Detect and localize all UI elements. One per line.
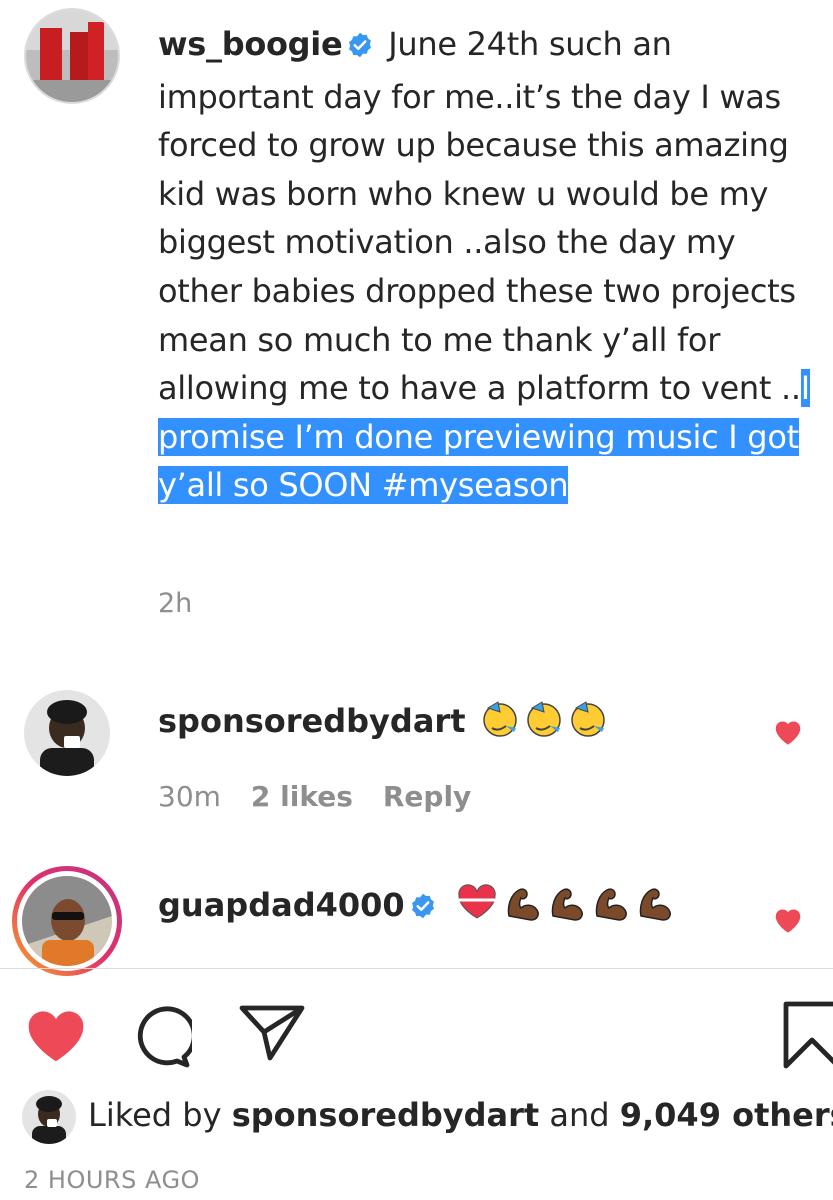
liked-by-middle: and — [549, 1096, 610, 1134]
partying-face-emoji — [480, 698, 520, 746]
flexed-biceps-emoji — [591, 882, 631, 930]
flexed-biceps-emoji — [503, 882, 543, 930]
caption-text: June 24th such an important day for me..… — [158, 25, 801, 408]
share-icon[interactable] — [238, 1004, 306, 1066]
post-timestamp: 2 HOURS AGO — [24, 1166, 200, 1194]
verified-badge-icon — [409, 890, 437, 928]
comment-icon[interactable] — [128, 1006, 197, 1072]
liked-by-others[interactable]: 9,049 others — [620, 1096, 833, 1134]
comment-2: guapdad4000 — [158, 882, 675, 930]
post-caption: ws_boogie June 24th such an important da… — [158, 20, 818, 510]
heart-icon[interactable] — [22, 1004, 90, 1068]
comment-likes-link[interactable]: 2 likes — [251, 780, 353, 813]
comment-1-meta: 30m 2 likes Reply — [158, 780, 501, 813]
liked-by-avatar[interactable] — [22, 1090, 76, 1144]
comment-avatar[interactable] — [24, 690, 110, 776]
divider — [0, 968, 833, 969]
heart-small-icon[interactable] — [771, 716, 805, 750]
comment-1: sponsoredbydart — [158, 698, 608, 746]
post-time: 2h — [158, 588, 193, 619]
comment-reply-link[interactable]: Reply — [383, 780, 471, 813]
liked-by-prefix: Liked by — [88, 1096, 222, 1134]
comment-avatar-story[interactable] — [12, 866, 122, 976]
flexed-biceps-emoji — [635, 882, 675, 930]
heart-small-icon[interactable] — [771, 904, 805, 938]
comment-username[interactable]: guapdad4000 — [158, 886, 405, 924]
flexed-biceps-emoji — [547, 882, 587, 930]
bookmark-icon[interactable] — [782, 1000, 833, 1074]
liked-by-text: Liked by sponsoredbydart and 9,049 other… — [88, 1096, 833, 1134]
verified-badge-icon — [346, 24, 374, 73]
partying-face-emoji — [568, 698, 608, 746]
liked-by-user[interactable]: sponsoredbydart — [232, 1096, 539, 1134]
comment-time: 30m — [158, 780, 221, 813]
post-author-username[interactable]: ws_boogie — [158, 25, 343, 63]
heart-with-ribbon-emoji — [455, 882, 499, 930]
comment-username[interactable]: sponsoredbydart — [158, 702, 465, 740]
partying-face-emoji — [524, 698, 564, 746]
post-author-avatar[interactable] — [24, 8, 120, 104]
